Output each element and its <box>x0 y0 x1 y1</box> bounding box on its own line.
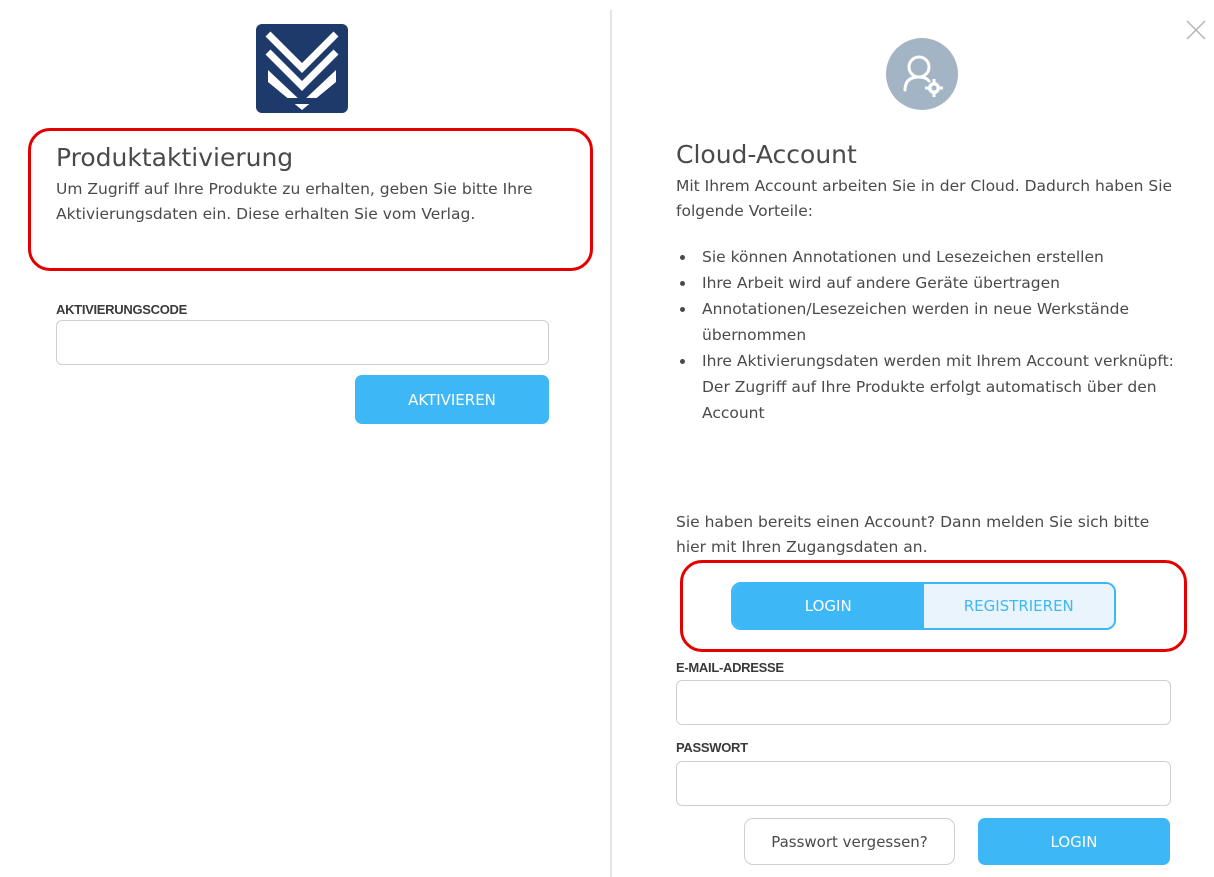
list-item: Annotationen/Lesezeichen werden in neue … <box>676 296 1176 348</box>
email-label: E-MAIL-ADRESSE <box>676 660 784 675</box>
bullet-icon <box>680 307 685 312</box>
publisher-logo <box>256 24 348 113</box>
password-field[interactable] <box>676 761 1171 806</box>
forgot-password-button[interactable]: Passwort vergessen? <box>744 818 955 865</box>
password-label: PASSWORT <box>676 740 748 755</box>
login-note: Sie haben bereits einen Account? Dann me… <box>676 513 1150 556</box>
activation-description: Um Zugriff auf Ihre Produkte zu erhalten… <box>56 180 533 223</box>
close-icon <box>1186 20 1206 40</box>
bullet-icon <box>680 281 685 286</box>
activate-button[interactable]: AKTIVIEREN <box>355 375 549 424</box>
account-avatar <box>886 38 958 110</box>
auth-tabs: LOGIN REGISTRIEREN <box>731 582 1116 630</box>
email-field[interactable] <box>676 680 1171 725</box>
activation-title: Produktaktivierung <box>56 143 294 172</box>
tab-login[interactable]: LOGIN <box>733 584 924 628</box>
account-title: Cloud-Account <box>676 140 857 169</box>
activation-code-label: AKTIVIERUNGSCODE <box>56 302 187 317</box>
activation-code-input[interactable] <box>56 320 549 365</box>
bullet-icon <box>680 359 685 364</box>
bullet-icon <box>680 255 685 260</box>
tab-register[interactable]: REGISTRIEREN <box>923 584 1114 628</box>
account-description: Mit Ihrem Account arbeiten Sie in der Cl… <box>676 177 1173 220</box>
list-item: Ihre Aktivierungsdaten werden mit Ihrem … <box>676 348 1176 426</box>
benefit-subtext: Der Zugriff auf Ihre Produkte erfolgt au… <box>702 378 1157 422</box>
list-item: Ihre Arbeit wird auf andere Geräte übert… <box>676 270 1176 296</box>
login-button[interactable]: LOGIN <box>978 818 1170 865</box>
panel-divider <box>610 10 612 877</box>
list-item: Sie können Annotationen und Lesezeichen … <box>676 244 1176 270</box>
close-button[interactable] <box>1184 18 1208 42</box>
benefits-list: Sie können Annotationen und Lesezeichen … <box>676 244 1176 426</box>
user-settings-icon <box>903 55 943 97</box>
